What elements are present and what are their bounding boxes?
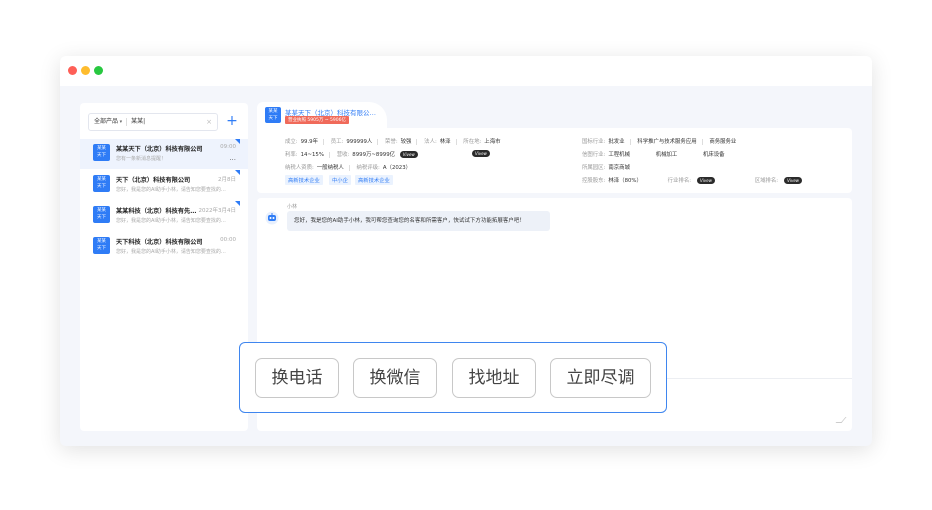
- vip-lock-badge[interactable]: Vivew: [784, 177, 803, 184]
- company-name: 某某天下（北京）科技有限公司: [116, 146, 203, 153]
- registered-capital-badge: 营业执照 5905万 ~ 5906亿: [285, 116, 349, 124]
- company-info-card: 成立: 99.9年 员工: 999999人 荣誉: 较强 法人: 林泽 所在地: 上海市 …: [257, 128, 852, 193]
- message-time: 09:00: [220, 144, 236, 150]
- minimize-window-button[interactable]: [81, 66, 90, 75]
- title-bar: [60, 56, 872, 86]
- company-avatar: 某某 天下: [93, 206, 110, 223]
- robot-icon: [265, 211, 279, 225]
- company-tab[interactable]: 某某 天下 某某天下（北京）科技有限公… 营业执照 5905万 ~ 5906亿: [257, 102, 387, 128]
- maximize-window-button[interactable]: [94, 66, 103, 75]
- message-preview: 您有一条新消息提醒！: [116, 156, 167, 162]
- message-time: 2月8日: [218, 177, 236, 183]
- park-info: 所属园区: 南京商城: [582, 165, 630, 171]
- product-filter-search[interactable]: 全部产品 ▾ 某某| ×: [88, 113, 218, 131]
- add-button[interactable]: +: [224, 113, 240, 131]
- due-diligence-button[interactable]: 立即尽调: [550, 358, 651, 398]
- company-name: 天下科技（北京）科技有限公司: [116, 239, 203, 246]
- quick-actions-panel: 换电话 换微信 找地址 立即尽调: [239, 342, 667, 413]
- company-name: 天下（北京）科技有限公司: [116, 177, 191, 184]
- bot-name: 小林: [287, 204, 298, 210]
- info-row-finance: 利率: 14~15% 营收: 8999万~8999亿 Vivew: [285, 150, 418, 158]
- company-avatar: 某某 天下: [265, 107, 281, 123]
- search-row: 全部产品 ▾ 某某| × +: [88, 113, 240, 133]
- info-row-basic: 成立: 99.9年 员工: 999999人 荣誉: 较强 法人: 林泽 所在地: 上海市: [285, 138, 501, 145]
- info-extra: Vivew: [469, 150, 490, 157]
- company-tag: 高新技术企业: [355, 175, 393, 185]
- message-time: 2022年3月4日: [198, 208, 237, 214]
- switch-phone-button[interactable]: 换电话: [255, 358, 339, 398]
- more-options-icon[interactable]: ···: [229, 156, 236, 164]
- message-preview: 您好，我是您的AI助手小林，请告知您要查找的…: [116, 249, 226, 255]
- industry-info: 国标行业: 批发业 科学推广与技术服务应用 商务服务业: [582, 138, 737, 145]
- company-list-item[interactable]: 某某 天下 某某天下（北京）科技有限公司 09:00 您有一条新消息提醒！ ···: [80, 139, 248, 169]
- message-preview: 您好，我是您的AI助手小林，请告知您要查找的…: [116, 218, 226, 224]
- company-tag: 高新技术企业: [285, 175, 323, 185]
- company-list-item[interactable]: 某某 天下 某某科技（北京）科技有先… 2022年3月4日 您好，我是您的AI助手…: [80, 201, 248, 231]
- search-input[interactable]: 某某: [131, 118, 143, 125]
- holder-rank-info: 控股股东: 林泽（80%） 行业排名: Vivew 区域排名: Vivew: [582, 176, 803, 184]
- product-filter-dropdown[interactable]: 全部产品: [94, 118, 118, 125]
- info-row-tax: 纳税人资质: 一般纳税人 纳税评级: A（2023）: [285, 164, 412, 171]
- message-time: 00:00: [220, 237, 236, 243]
- resize-handle-icon[interactable]: [835, 417, 847, 423]
- clear-icon[interactable]: ×: [206, 114, 212, 130]
- company-list-item[interactable]: 某某 天下 天下（北京）科技有限公司 2月8日 您好，我是您的AI助手小林，请告知…: [80, 170, 248, 200]
- company-tag: 中小企: [329, 175, 351, 185]
- company-avatar: 某某 天下: [93, 175, 110, 192]
- message-preview: 您好，我是您的AI助手小林，请告知您要查找的…: [116, 187, 226, 193]
- close-window-button[interactable]: [68, 66, 77, 75]
- company-list-panel: 全部产品 ▾ 某某| × + 某某 天下 某某天下（北京）科技有限公司 09:00 …: [80, 103, 248, 431]
- vip-lock-badge[interactable]: Vivew: [472, 150, 490, 157]
- vip-lock-badge[interactable]: Vivew: [697, 177, 715, 184]
- bot-message-bubble: 您好，我是您的AI助手小林，我可帮您查询您的名客和所需客户，快试试下方功能拓展客…: [287, 211, 550, 231]
- credit-industry-info: 信图行业: 工程机械 机械加工 机床设备: [582, 152, 725, 158]
- company-avatar: 某某 天下: [93, 237, 110, 254]
- company-list-item[interactable]: 某某 天下 天下科技（北京）科技有限公司 00:00 您好，我是您的AI助手小林，…: [80, 232, 248, 262]
- company-avatar: 某某 天下: [93, 144, 110, 161]
- switch-wechat-button[interactable]: 换微信: [353, 358, 437, 398]
- find-address-button[interactable]: 找地址: [452, 358, 536, 398]
- vip-lock-badge[interactable]: Vivew: [399, 151, 418, 158]
- company-name: 某某科技（北京）科技有先…: [116, 208, 197, 215]
